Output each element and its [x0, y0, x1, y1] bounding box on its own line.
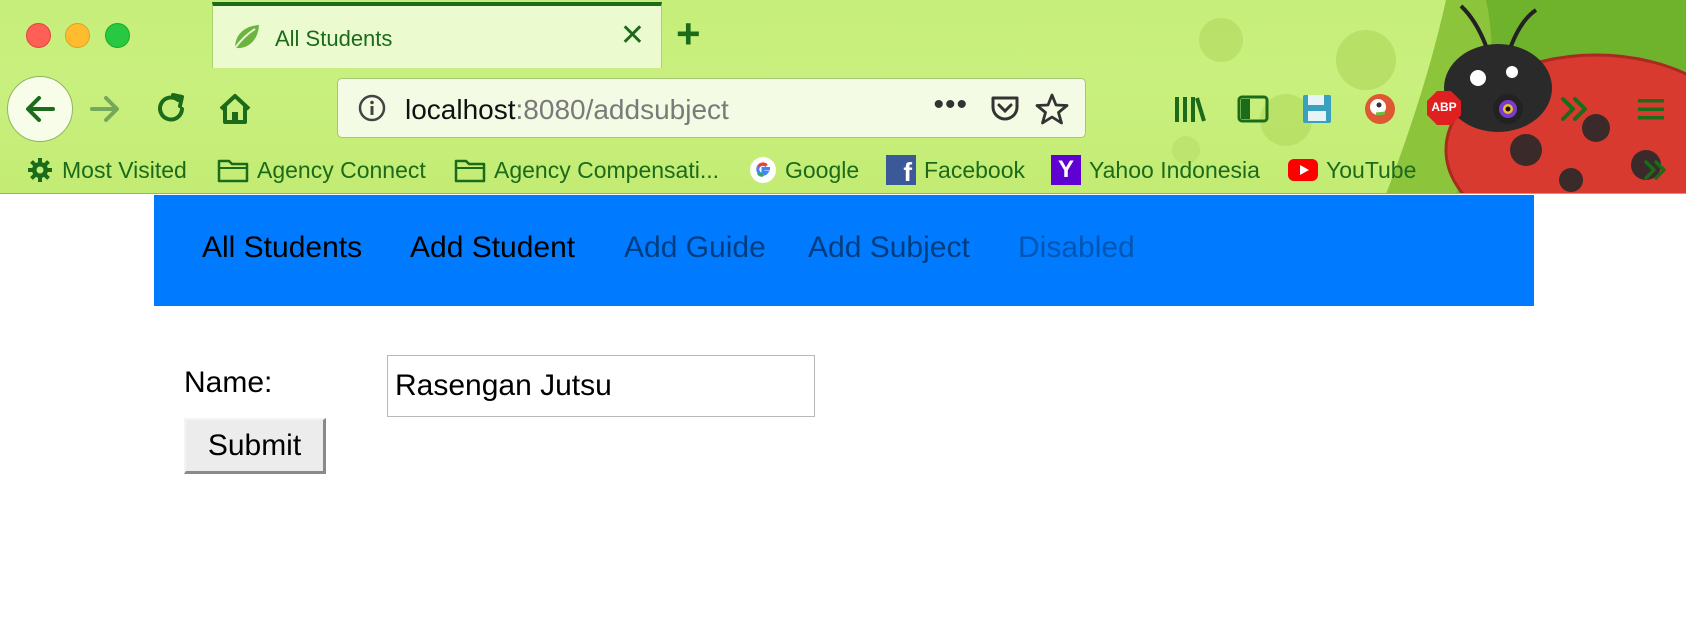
- folder-icon: [217, 159, 249, 183]
- close-tab-icon[interactable]: ✕: [620, 18, 645, 54]
- double-chevron-icon: [1644, 160, 1666, 180]
- submit-button[interactable]: Submit: [184, 418, 326, 474]
- adblock-plus-icon[interactable]: ABP: [1426, 90, 1462, 126]
- folder-icon: [454, 159, 486, 183]
- info-icon[interactable]: [358, 94, 386, 122]
- adblock-label: ABP: [1431, 100, 1457, 114]
- new-tab-button[interactable]: +: [676, 12, 701, 56]
- bookmark-agency-compensation[interactable]: Agency Compensati...: [454, 152, 719, 188]
- window-zoom-dot[interactable]: [105, 23, 130, 48]
- gear-icon: [28, 158, 52, 182]
- overflow-chevron-icon[interactable]: [1558, 92, 1590, 126]
- url-path: :8080/addsubject: [515, 94, 729, 125]
- page-actions-icon[interactable]: •••: [933, 88, 968, 122]
- back-button[interactable]: [7, 76, 73, 142]
- url-host: localhost: [405, 94, 516, 125]
- nav-add-guide[interactable]: Add Guide: [624, 231, 766, 265]
- bookmark-most-visited[interactable]: Most Visited: [26, 152, 187, 188]
- camera-extension-icon[interactable]: [1491, 92, 1525, 126]
- sidebar-icon[interactable]: [1236, 92, 1270, 126]
- spring-leaf-icon: [234, 25, 259, 49]
- bookmark-google[interactable]: Google: [749, 152, 859, 188]
- reload-icon: [158, 93, 184, 122]
- window-close-dot[interactable]: [26, 23, 51, 48]
- bookmarks-toolbar: Most Visited Agency Connect Agency Compe…: [0, 152, 1686, 188]
- google-icon: [750, 157, 776, 183]
- reload-button[interactable]: [153, 91, 189, 127]
- bookmark-label: YouTube: [1326, 156, 1417, 183]
- save-disk-icon[interactable]: [1300, 92, 1334, 126]
- pocket-icon[interactable]: [989, 93, 1021, 125]
- nav-add-student[interactable]: Add Student: [410, 231, 575, 265]
- nav-all-students[interactable]: All Students: [202, 231, 362, 265]
- tab-title: All Students: [275, 26, 393, 51]
- hamburger-menu-icon[interactable]: [1636, 92, 1666, 126]
- bookmark-label: Yahoo Indonesia: [1089, 156, 1260, 183]
- bookmark-label: Google: [785, 156, 860, 183]
- arrow-left-icon: [26, 96, 55, 122]
- bookmark-facebook[interactable]: f Facebook: [886, 152, 1025, 188]
- facebook-icon: f: [886, 155, 916, 187]
- arrow-right-icon: [90, 96, 119, 122]
- yahoo-icon: Y: [1051, 155, 1081, 185]
- forward-button[interactable]: [88, 92, 122, 126]
- home-icon: [219, 94, 251, 124]
- site-navbar: All Students Add Student Add Guide Add S…: [154, 195, 1534, 306]
- home-button[interactable]: [216, 90, 254, 128]
- bookmark-label: Agency Compensati...: [494, 156, 720, 183]
- nav-disabled: Disabled: [1018, 231, 1135, 264]
- bookmark-agency-connect[interactable]: Agency Connect: [217, 152, 426, 188]
- tab-all-students[interactable]: All Students ✕: [212, 2, 662, 68]
- youtube-icon: [1288, 159, 1318, 181]
- bookmark-label: Agency Connect: [257, 156, 426, 183]
- address-bar[interactable]: localhost:8080/addsubject •••: [337, 78, 1086, 138]
- bookmark-label: Most Visited: [62, 156, 187, 183]
- bookmark-youtube[interactable]: YouTube: [1288, 152, 1416, 188]
- bookmark-label: Facebook: [924, 156, 1026, 183]
- name-input[interactable]: [387, 355, 815, 417]
- url-text[interactable]: localhost:8080/addsubject: [405, 94, 729, 126]
- name-label: Name:: [184, 366, 273, 399]
- bookmarks-overflow-button[interactable]: [1642, 152, 1670, 188]
- library-icon[interactable]: [1172, 92, 1206, 126]
- duckduckgo-icon[interactable]: [1363, 92, 1397, 126]
- nav-add-subject[interactable]: Add Subject: [808, 231, 970, 265]
- bookmark-yahoo-indonesia[interactable]: Y Yahoo Indonesia: [1051, 152, 1260, 188]
- window-minimize-dot[interactable]: [65, 23, 90, 48]
- browser-chrome: All Students ✕ + localhost:8080/addsubje…: [0, 0, 1686, 194]
- bookmark-star-icon[interactable]: [1035, 92, 1069, 126]
